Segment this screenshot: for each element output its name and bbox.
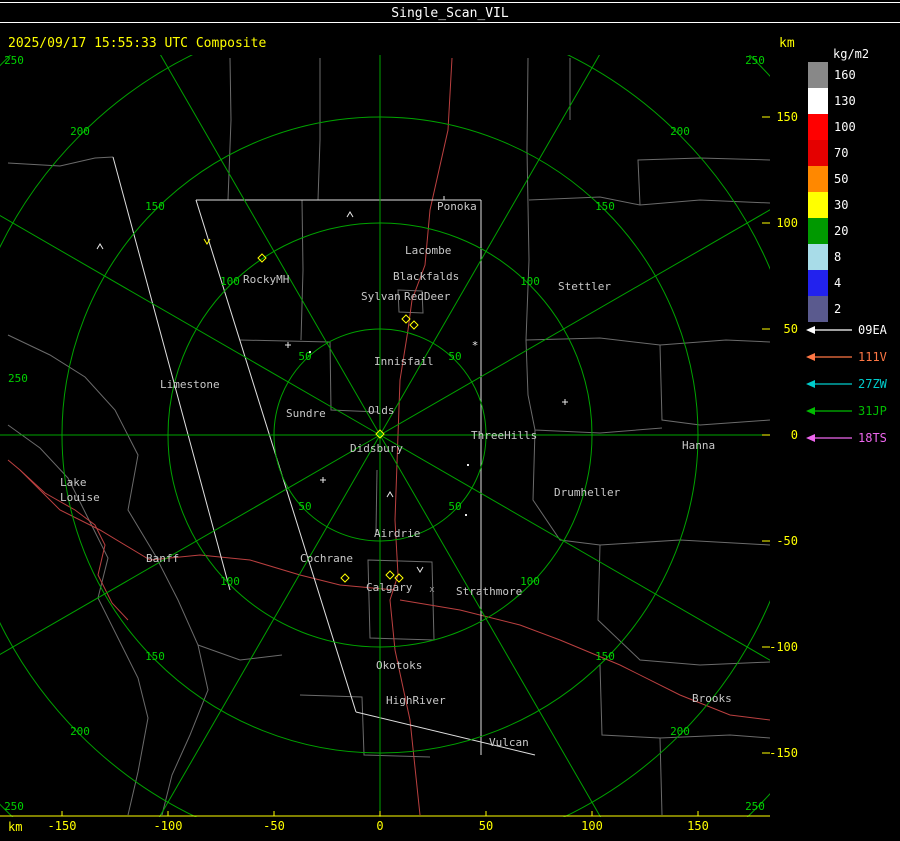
city-label: Strathmore [456,585,522,598]
range-label: 50 [448,350,461,363]
x-axis-tick-label: -50 [263,819,285,833]
dot-marker [309,351,311,353]
legend-value-label: 4 [834,276,841,290]
y-axis-tick-label: 50 [784,322,798,336]
site-id-label: 09EA [858,323,888,337]
legend-value-label: 130 [834,94,856,108]
range-label: 100 [520,275,540,288]
city-label: Brooks [692,692,732,705]
legend-swatch [808,62,828,88]
range-label: 200 [670,125,690,138]
city-label: Hanna [682,439,715,452]
range-label: 50 [298,500,311,513]
site-id-label: 27ZW [858,377,888,391]
timestamp-label: 2025/09/17 15:55:33 UTC Composite [8,36,266,51]
city-label: Didsbury [350,442,403,455]
city-label: Lake [60,476,87,489]
star-marker: * [472,339,479,352]
x-marker: x [429,585,435,595]
city-label: Louise [60,491,100,504]
range-label: 250 [4,54,24,67]
x-axis-tick-label: -100 [154,819,183,833]
x-axis-tick-label: 50 [479,819,493,833]
legend-value-label: 2 [834,302,841,316]
legend-swatch [808,88,828,114]
y-axis-tick-label: 100 [776,216,798,230]
y-axis-tick-label: -100 [769,640,798,654]
window-title: Single_Scan_VIL [391,6,509,21]
dot-marker [467,464,469,466]
legend-value-label: 70 [834,146,848,160]
city-label: Drumheller [554,486,621,499]
y-axis-tick-label: 0 [791,428,798,442]
legend-value-label: 8 [834,250,841,264]
city-label: RockyMH [243,273,289,286]
y-axis-tick-label: -150 [769,746,798,760]
city-label: HighRiver [386,694,446,707]
legend-swatch [808,296,828,322]
range-label: 200 [70,725,90,738]
range-label: 150 [145,200,165,213]
range-label: 250 [4,800,24,813]
range-label: 250 [8,372,28,385]
city-label: Sundre [286,407,326,420]
city-label: Ponoka [437,200,477,213]
site-id-label: 111V [858,350,887,364]
city-label: Airdrie [374,527,420,540]
city-label: Vulcan [489,736,529,749]
range-label: 50 [448,500,461,513]
range-label: 100 [220,275,240,288]
x-axis-tick-label: 150 [687,819,709,833]
x-axis-unit-label: km [8,820,22,834]
city-label: Banff [146,552,179,565]
range-label: 150 [145,650,165,663]
legend-value-label: 100 [834,120,856,134]
legend-value-label: 50 [834,172,848,186]
city-label: RedDeer [404,290,451,303]
site-id-label: 31JP [858,404,887,418]
x-axis-tick-label: 0 [376,819,383,833]
legend-value-label: 30 [834,198,848,212]
city-label: Lacombe [405,244,451,257]
legend-swatch [808,140,828,166]
legend-swatch [808,218,828,244]
legend-swatch [808,244,828,270]
x-axis-tick-label: -150 [48,819,77,833]
legend-unit-label: kg/m2 [833,47,869,61]
legend-value-label: 160 [834,68,856,82]
city-label: Calgary [366,581,413,594]
legend-value-label: 20 [834,224,848,238]
radar-app-window: Single_Scan_VIL 2025/09/17 15:55:33 UTC … [0,0,900,841]
range-label: 100 [520,575,540,588]
range-label: 150 [595,650,615,663]
legend-swatch [808,270,828,296]
range-label: 200 [670,725,690,738]
city-label: Limestone [160,378,220,391]
city-label: ThreeHills [471,429,537,442]
city-label: Okotoks [376,659,422,672]
range-label: 250 [745,54,765,67]
dot-marker [465,514,467,516]
site-id-label: 18TS [858,431,887,445]
city-label: Cochrane [300,552,353,565]
legend-swatch [808,114,828,140]
city-label: Stettler [558,280,611,293]
y-axis-unit-label: km [779,36,795,51]
city-label: Sylvan [361,290,401,303]
range-label: 250 [745,800,765,813]
range-label: 100 [220,575,240,588]
legend-swatch [808,192,828,218]
city-label: Blackfalds [393,270,459,283]
city-label: Olds [368,404,395,417]
radar-screen: Single_Scan_VIL 2025/09/17 15:55:33 UTC … [0,0,900,841]
y-axis-tick-label: -50 [776,534,798,548]
range-label: 150 [595,200,615,213]
city-label: Innisfail [374,355,434,368]
x-axis-tick-label: 100 [581,819,603,833]
range-label: 200 [70,125,90,138]
legend-swatch [808,166,828,192]
y-axis-tick-label: 150 [776,110,798,124]
